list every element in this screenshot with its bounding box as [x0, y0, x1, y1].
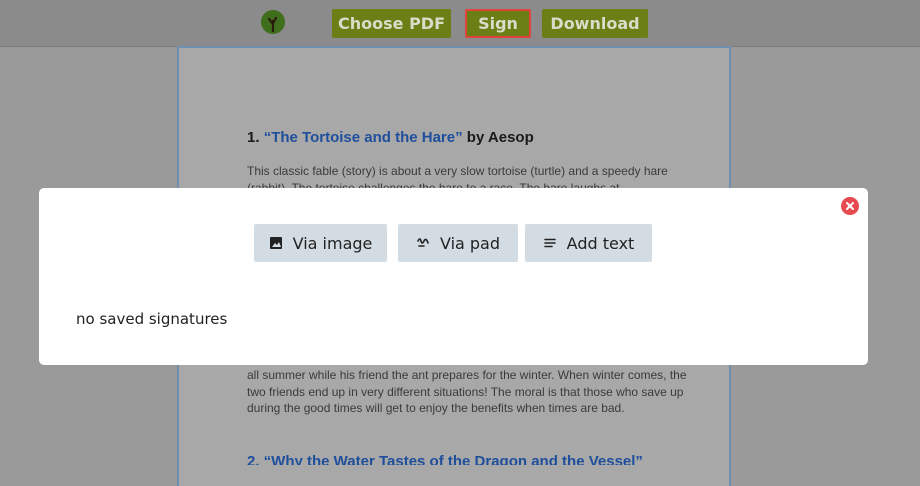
via-pad-button[interactable]: Via pad — [398, 224, 518, 262]
via-image-label: Via image — [292, 233, 373, 253]
heading-number: 1. — [247, 129, 260, 146]
close-icon[interactable] — [841, 197, 859, 215]
text-lines-icon — [543, 236, 557, 250]
sign-button[interactable]: Sign — [465, 9, 531, 38]
via-image-button[interactable]: Via image — [254, 224, 387, 262]
toolbar: Choose PDF Sign Download — [0, 0, 920, 47]
heading-author: by Aesop — [466, 129, 534, 146]
choose-pdf-button[interactable]: Choose PDF — [332, 9, 451, 38]
heading-title: “The Tortoise and the Hare” — [263, 129, 463, 146]
empty-signatures-message: no saved signatures — [76, 310, 228, 328]
paragraph-top: This classic fable (story) is about a ve… — [247, 164, 668, 189]
add-text-label: Add text — [566, 233, 635, 253]
download-button[interactable]: Download — [542, 9, 648, 38]
via-pad-label: Via pad — [439, 233, 501, 253]
document-heading: 1. “The Tortoise and the Hare” by Aesop — [247, 129, 534, 146]
add-text-button[interactable]: Add text — [525, 224, 652, 262]
signature-modal: Via image Via pad Add text no saved sign… — [39, 188, 868, 365]
image-icon — [269, 236, 283, 250]
tree-logo-icon — [260, 9, 286, 35]
document-heading-2: 2. “Why the Water Tastes of the Dragon a… — [247, 453, 643, 465]
signature-pen-icon — [416, 236, 430, 250]
paragraph-bottom: all summer while his friend the ant prep… — [247, 368, 687, 415]
